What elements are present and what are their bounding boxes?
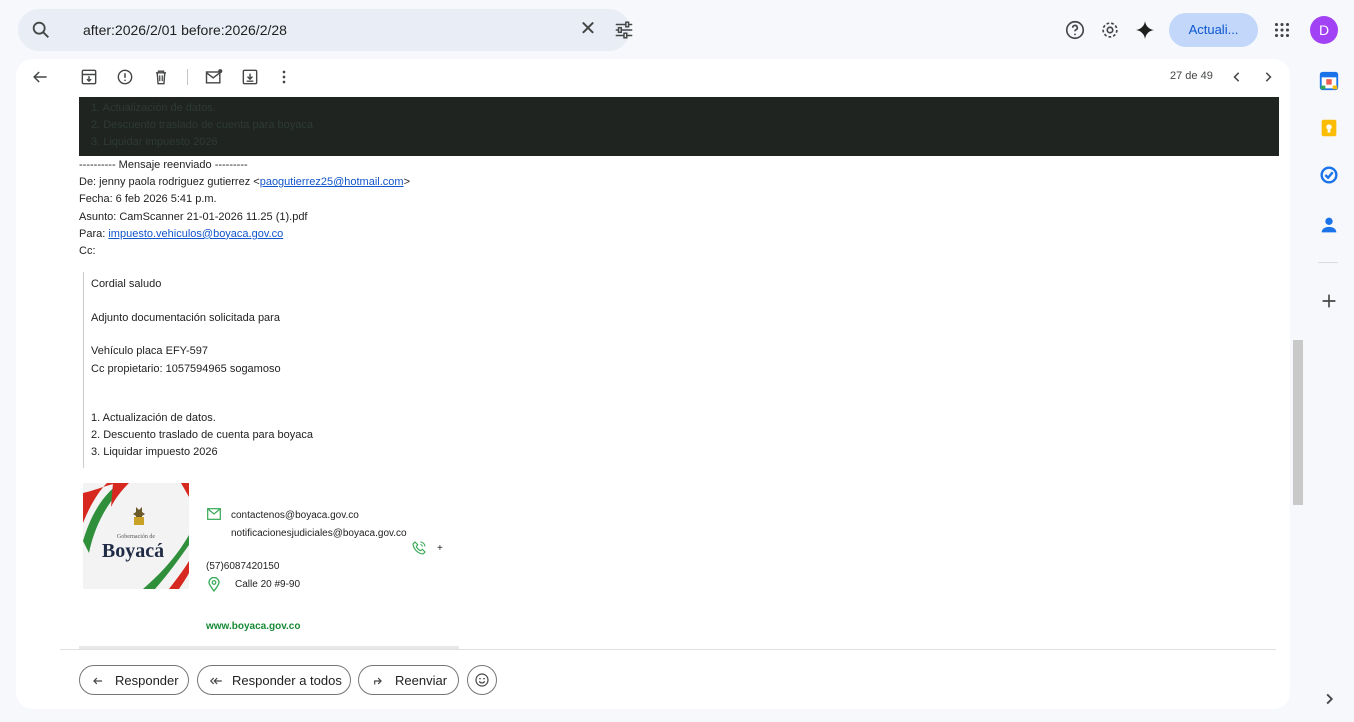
search-options-icon[interactable] xyxy=(613,19,635,41)
vehicle-plate: Vehículo placa EFY-597 xyxy=(91,345,209,357)
keep-icon[interactable] xyxy=(1318,117,1340,139)
phone-icon xyxy=(412,541,426,555)
reply-button[interactable]: Responder xyxy=(79,665,189,695)
hidden-line-1: 1. Actualización de datos. xyxy=(91,102,216,114)
mail-icon xyxy=(207,508,221,520)
signature-website-link[interactable]: www.boyaca.gov.co xyxy=(206,621,300,632)
mark-unread-icon[interactable] xyxy=(204,67,224,87)
forward-button[interactable]: Reenviar xyxy=(358,665,459,695)
hidden-text-block: 1. Actualización de datos. 2. Descuento … xyxy=(79,97,1279,156)
message-toolbar: 27 de 49 xyxy=(16,59,1290,97)
forward-to: Para: impuesto.vehiculos@boyaca.gov.co xyxy=(79,227,284,240)
delete-icon[interactable] xyxy=(151,67,171,87)
scrollbar-thumb[interactable] xyxy=(1293,340,1303,505)
quoted-message: Cordial saludo Adjunto documentación sol… xyxy=(83,272,583,468)
search-input[interactable]: after:2026/2/01 before:2026/2/28 xyxy=(83,22,287,38)
list-item: 1. Actualización de datos. xyxy=(91,412,216,424)
forward-separator: ---------- Mensaje reenviado --------- xyxy=(79,159,248,171)
intro-text: Adjunto documentación solicitada para xyxy=(91,312,280,324)
emoji-icon xyxy=(475,673,489,687)
calendar-icon[interactable] xyxy=(1318,70,1340,92)
phone-plus: + xyxy=(437,543,443,554)
forward-subject: Asunto: CamScanner 21-01-2026 11.25 (1).… xyxy=(79,210,308,223)
logo-name: Boyacá xyxy=(102,540,164,562)
boyaca-logo: Gobernación de Boyacá xyxy=(83,483,189,589)
from-email-link[interactable]: paogutierrez25@hotmail.com xyxy=(260,176,404,188)
update-button[interactable]: Actuali... xyxy=(1169,13,1258,47)
rail-divider xyxy=(1318,262,1338,263)
forward-cc: Cc: xyxy=(79,245,96,258)
signature-email-2: notificacionesjudiciales@boyaca.gov.co xyxy=(231,528,407,539)
back-arrow-icon[interactable] xyxy=(30,67,50,87)
emoji-button[interactable] xyxy=(467,665,497,695)
actions-divider xyxy=(60,649,1276,650)
more-options-icon[interactable] xyxy=(274,67,294,87)
to-email-link[interactable]: impuesto.vehiculos@boyaca.gov.co xyxy=(108,228,283,240)
list-item: 2. Descuento traslado de cuenta para boy… xyxy=(91,429,313,441)
toolbar-divider xyxy=(187,69,188,85)
location-pin-icon xyxy=(208,577,220,592)
avatar[interactable]: D xyxy=(1310,16,1338,44)
older-chevron-icon[interactable] xyxy=(1258,67,1278,87)
expand-panel-chevron-icon[interactable] xyxy=(1318,688,1340,710)
contacts-icon[interactable] xyxy=(1318,214,1340,236)
reply-all-button[interactable]: Responder a todos xyxy=(197,665,351,695)
tasks-icon[interactable] xyxy=(1318,164,1340,186)
reply-all-icon xyxy=(209,677,222,685)
search-bar[interactable]: after:2026/2/01 before:2026/2/28 ✕ xyxy=(18,9,633,51)
reply-icon xyxy=(93,677,103,685)
pagination-label: 27 de 49 xyxy=(1170,70,1213,82)
top-bar: after:2026/2/01 before:2026/2/28 ✕ Actua… xyxy=(0,0,1354,60)
archive-icon[interactable] xyxy=(79,67,99,87)
help-icon[interactable] xyxy=(1064,19,1086,41)
owner-id: Cc propietario: 1057594965 sogamoso xyxy=(91,363,281,375)
message-panel: 27 de 49 1. Actualización de datos. 2. D… xyxy=(16,59,1290,709)
signature-phone: (57)6087420150 xyxy=(206,561,280,572)
forward-from: De: jenny paola rodriguez gutierrez <pao… xyxy=(79,176,410,189)
report-spam-icon[interactable] xyxy=(115,67,135,87)
apps-grid-icon[interactable] xyxy=(1271,19,1293,41)
forward-date: Fecha: 6 feb 2026 5:41 p.m. xyxy=(79,193,217,206)
signature-address: Calle 20 #9-90 xyxy=(235,579,301,590)
gemini-sparkle-icon[interactable] xyxy=(1134,19,1156,41)
add-app-icon[interactable] xyxy=(1318,290,1340,312)
logo-graphic: Gobernación de Boyacá xyxy=(83,483,189,589)
settings-icon[interactable] xyxy=(1099,19,1121,41)
move-to-icon[interactable] xyxy=(240,67,260,87)
list-item: 3. Liquidar impuesto 2026 xyxy=(91,446,218,458)
newer-chevron-icon[interactable] xyxy=(1227,67,1247,87)
signature-email-1: contactenos@boyaca.gov.co xyxy=(231,510,359,521)
hidden-line-3: 3. Liquidar impuesto 2026 xyxy=(91,136,218,148)
hidden-line-2: 2. Descuento traslado de cuenta para boy… xyxy=(91,119,313,131)
forwarded-header: ---------- Mensaje reenviado --------- D… xyxy=(79,157,410,260)
search-icon[interactable] xyxy=(30,19,52,41)
forward-icon xyxy=(374,677,382,685)
greeting: Cordial saludo xyxy=(91,278,162,290)
clear-search-icon[interactable]: ✕ xyxy=(578,19,598,39)
